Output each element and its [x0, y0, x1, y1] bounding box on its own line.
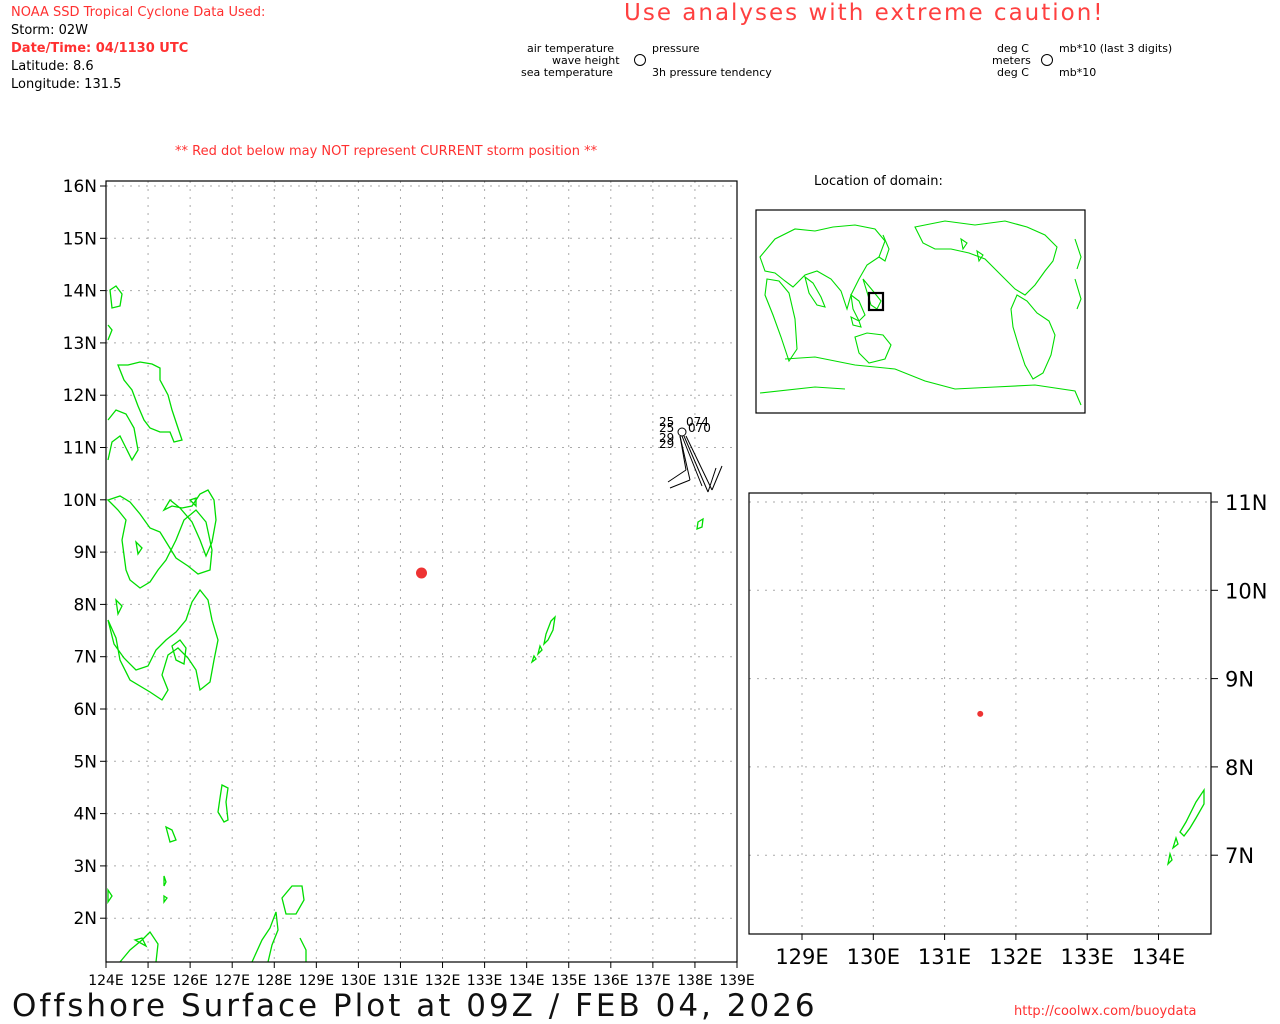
legend-sea-temperature: sea temperature [521, 66, 613, 79]
zoom-lat-label: 11N [1225, 491, 1267, 515]
main-lat-label: 14N [63, 282, 97, 302]
main-lat-label: 15N [63, 229, 97, 249]
storm-latitude: Latitude: 8.6 [11, 59, 94, 74]
legend-deg-c-bottom: deg C [997, 66, 1029, 79]
main-map: 25 074 25 070 29 29 124E 125E 126E 127E 128E… [63, 177, 755, 989]
data-source-label: NOAA SSD Tropical Cyclone Data Used: [11, 5, 266, 20]
domain-location-title: Location of domain: [814, 174, 943, 189]
main-lat-label: 8N [73, 595, 97, 615]
zoom-lon-label: 129E [775, 945, 828, 969]
main-lat-label: 11N [63, 439, 97, 459]
main-lat-label: 9N [73, 543, 97, 563]
source-url-link[interactable]: http://coolwx.com/buoydata [1014, 1004, 1197, 1019]
coastline-philippines [106, 285, 307, 963]
units-circle-icon [1041, 54, 1053, 66]
zoom-lat-label: 8N [1225, 756, 1254, 780]
zoom-storm-position-marker [977, 710, 984, 717]
world-locator-map [755, 209, 1086, 414]
main-lat-label: 12N [63, 386, 97, 406]
legend-pressure: pressure [652, 42, 700, 55]
zoom-lat-label: 7N [1225, 844, 1254, 868]
storm-position-notice: ** Red dot below may NOT represent CURRE… [175, 144, 598, 159]
main-lat-label: 10N [63, 491, 97, 511]
caution-warning: Use analyses with extreme caution! [624, 0, 1105, 26]
main-lon-label: 138E [677, 973, 713, 989]
main-lon-label: 133E [467, 973, 503, 989]
station-pressure-2: 070 [688, 421, 711, 435]
zoom-map-grid [749, 493, 1218, 940]
main-lat-label: 4N [73, 805, 97, 825]
zoom-lon-label: 131E [918, 945, 971, 969]
zoom-map: 129E 130E 131E 132E 133E 134E 11N 10N 9N 8N 7N [748, 491, 1267, 969]
main-lon-label: 127E [214, 973, 250, 989]
main-lon-label: 135E [551, 973, 587, 989]
zoom-lon-label: 134E [1132, 945, 1185, 969]
main-lon-label: 129E [299, 973, 335, 989]
main-lon-label: 126E [172, 973, 208, 989]
plot-title: Offshore Surface Plot at 09Z / FEB 04, 2… [12, 988, 818, 1024]
station-sea-temperature-2: 29 [659, 437, 674, 451]
storm-id: Storm: 02W [11, 23, 88, 38]
zoom-coastline-palau [1166, 787, 1205, 866]
main-lon-label: 136E [593, 973, 629, 989]
legend-mb10: mb*10 [1059, 66, 1097, 79]
legend-pressure-tendency: 3h pressure tendency [652, 66, 772, 79]
main-lat-label: 5N [73, 752, 97, 772]
station-circle-icon [634, 54, 646, 66]
storm-datetime: Date/Time: 04/1130 UTC [11, 41, 189, 56]
coastline-palau [530, 517, 704, 664]
main-lat-label: 16N [63, 177, 97, 197]
zoom-lon-label: 130E [847, 945, 900, 969]
weather-station-plot: 25 074 25 070 29 29 [659, 415, 723, 493]
main-lon-label: 131E [383, 973, 419, 989]
storm-longitude: Longitude: 131.5 [11, 77, 122, 92]
main-lat-label: 2N [73, 909, 97, 929]
main-lat-label: 3N [73, 857, 97, 877]
main-lon-label: 128E [256, 973, 292, 989]
main-lon-label: 137E [635, 973, 671, 989]
main-lon-label: 132E [425, 973, 461, 989]
legend-mb-last3: mb*10 (last 3 digits) [1059, 42, 1173, 55]
zoom-lat-label: 10N [1225, 579, 1267, 603]
main-lon-label: 134E [509, 973, 545, 989]
storm-position-marker [416, 567, 427, 579]
zoom-lon-label: 133E [1061, 945, 1114, 969]
main-lon-label: 125E [130, 973, 166, 989]
zoom-lat-label: 9N [1225, 668, 1254, 692]
main-lat-label: 7N [73, 648, 97, 668]
main-lon-label: 124E [88, 973, 124, 989]
main-lon-label: 139E [719, 973, 755, 989]
main-lat-label: 6N [73, 700, 97, 720]
zoom-lon-label: 132E [989, 945, 1042, 969]
main-lat-label: 13N [63, 334, 97, 354]
main-lon-label: 130E [341, 973, 377, 989]
